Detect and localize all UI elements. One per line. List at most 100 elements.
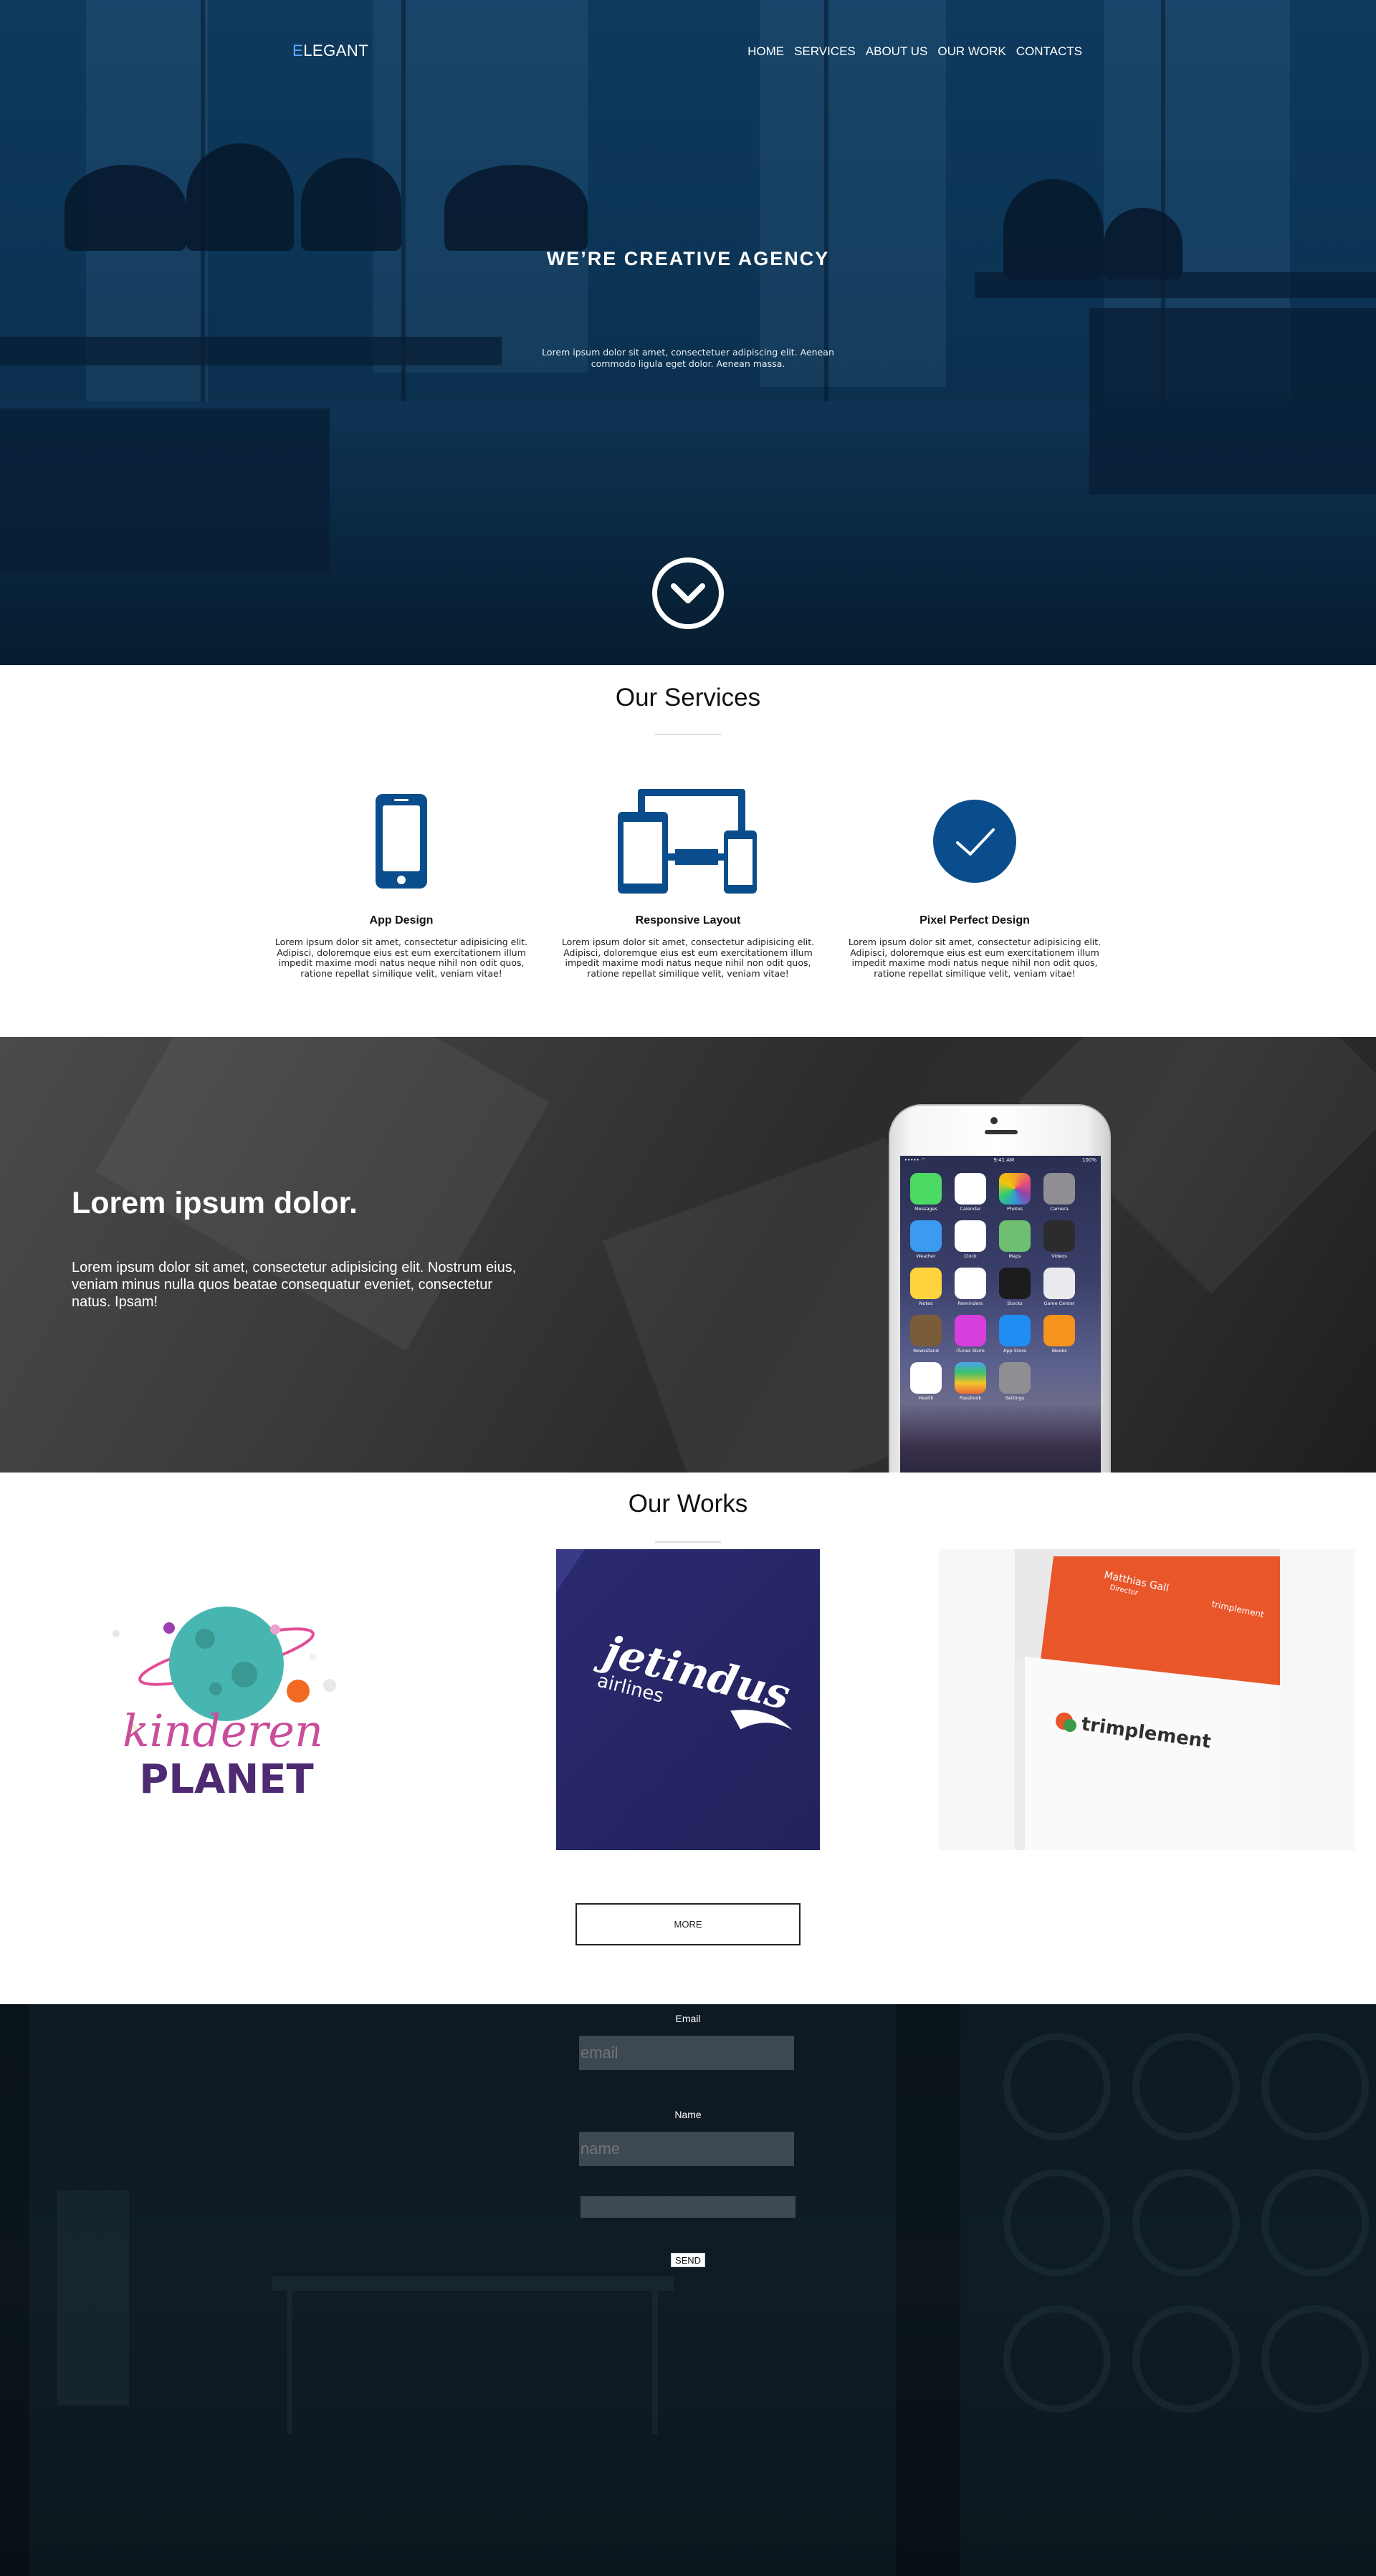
app-grid: Messages Calendar Photos Camera Weather … [910,1173,1091,1401]
hero-section: ELEGANT HOME SERVICES ABOUT US OUR WORK … [0,0,1376,665]
chevron-down-icon [671,583,705,603]
maps-app-icon: Maps [999,1220,1031,1259]
battery-indicator: 100% [1081,1157,1096,1163]
bg-chair [57,2190,129,2405]
app-label: Settings [1005,1395,1025,1401]
game-center-app-icon: Game Center [1043,1268,1075,1306]
work-item-kinderen-planet[interactable]: kinderen PLANET [90,1549,355,1850]
services-title: Our Services [615,684,761,712]
app-store-app-icon: App Store [999,1315,1031,1354]
name-input[interactable] [579,2132,794,2166]
promo-text: Lorem ipsum dolor sit amet, consectetur … [72,1260,517,1310]
responsive-devices-icon [559,784,817,899]
bg-ring [1132,2169,1240,2276]
logo-accent-letter: E [292,42,304,59]
desk-silhouette [1089,308,1376,494]
ibooks-app-icon: iBooks [1043,1315,1075,1354]
bg-ring [1003,2033,1111,2140]
desk-silhouette [0,337,502,365]
service-description: Lorem ipsum dolor sit amet, consectetur … [561,937,815,979]
email-label: Email [675,2013,701,2024]
email-input[interactable] [579,2036,794,2070]
name-label: Name [674,2109,702,2120]
nav-contacts[interactable]: CONTACTS [1016,44,1082,59]
newsstand-app-icon: Newsstand [910,1315,942,1354]
bg-desk-leg [652,2291,658,2434]
jetindus-logo: jetindus airlines [556,1549,795,1730]
notes-app-icon: Notes [910,1268,942,1306]
desk-silhouette [975,272,1376,298]
app-label: Reminders [957,1301,983,1306]
calendar-app-icon: Calendar [955,1173,986,1212]
kinderen-text: kinderen [123,1705,323,1757]
nav-about-us[interactable]: ABOUT US [866,44,928,59]
bg-desk-leg [287,2291,292,2434]
main-nav: HOME SERVICES ABOUT US OUR WORK CONTACTS [747,44,1082,59]
work-item-trimplement[interactable]: Matthias Gall Director trimplement trimp… [939,1549,1354,1850]
service-description: Lorem ipsum dolor sit amet, consectetur … [274,937,528,979]
app-label: Health [918,1395,934,1401]
clock-app-icon: Clock [955,1220,986,1259]
settings-app-icon: Settings [999,1362,1031,1401]
health-app-icon: Health [910,1362,942,1401]
works-section: Our Works kinderen PLANET jetindus airli… [0,1473,1376,2004]
app-label: Notes [919,1301,933,1306]
photos-app-icon: Photos [999,1173,1031,1212]
works-title: Our Works [628,1490,748,1518]
hero-title: WE’RE CREATIVE AGENCY [546,248,830,269]
app-label: iTunes Store [956,1348,985,1354]
camera-app-icon: Camera [1043,1173,1075,1212]
services-section: Our Services App Design Lorem ipsum dolo… [0,665,1376,1037]
phone-time: 9:41 AM [993,1157,1015,1163]
app-label: Camera [1050,1206,1069,1212]
app-label: Stocks [1007,1301,1023,1306]
person-silhouette [64,165,186,251]
phone-screen: ••••• ⌔ 9:41 AM 100% Messages Calendar P… [900,1156,1101,1473]
app-label: Newsstand [913,1348,939,1354]
section-divider [655,1541,721,1543]
trimplement-business-cards: Matthias Gall Director trimplement trimp… [1015,1549,1280,1850]
bg-ring [1003,2305,1111,2413]
app-label: Passbook [959,1395,982,1401]
work-item-jetindus[interactable]: jetindus airlines [556,1549,820,1850]
app-label: Videos [1051,1253,1067,1259]
nav-our-work[interactable]: OUR WORK [937,44,1005,59]
send-button[interactable]: SEND [671,2253,705,2267]
bg-ring [1003,2169,1111,2276]
app-label: Calendar [960,1206,981,1212]
service-title: Responsive Layout [635,914,741,927]
scroll-down-button[interactable] [652,557,724,629]
checkmark-circle-icon [846,784,1104,899]
kinderen-planet-logo: kinderen PLANET [113,1607,336,1803]
app-label: Photos [1007,1206,1023,1212]
more-button[interactable]: MORE [575,1903,801,1945]
app-label: Messages [914,1206,937,1212]
bg-pillar [896,2004,960,2576]
service-title: Pixel Perfect Design [919,914,1030,927]
app-label: App Store [1003,1348,1026,1354]
passbook-app-icon: Passbook [955,1362,986,1401]
promo-title: Lorem ipsum dolor. [72,1186,358,1220]
site-logo[interactable]: ELEGANT [292,42,368,60]
nav-home[interactable]: HOME [747,44,784,59]
phone-speaker [985,1130,1018,1134]
section-divider [655,734,721,735]
contact-section: Email Name SEND [0,2004,1376,2576]
bg-ring [1261,2033,1369,2140]
bg-ring [1261,2305,1369,2413]
desk-silhouette [0,408,330,573]
bg-ring [1261,2169,1369,2276]
logo-text: LEGANT [303,42,369,59]
person-silhouette [301,158,401,251]
mobile-phone-icon [272,784,530,899]
nav-services[interactable]: SERVICES [794,44,856,59]
messages-app-icon: Messages [910,1173,942,1212]
app-label: Maps [1008,1253,1021,1259]
itunes-store-app-icon: iTunes Store [955,1315,986,1354]
message-input[interactable] [580,2196,796,2218]
service-description: Lorem ipsum dolor sit amet, consectetur … [848,937,1102,979]
phone-status-bar: ••••• ⌔ 9:41 AM 100% [900,1156,1101,1166]
bg-ring [1132,2305,1240,2413]
bg-pillar [0,2004,29,2576]
app-label: Clock [964,1253,977,1259]
